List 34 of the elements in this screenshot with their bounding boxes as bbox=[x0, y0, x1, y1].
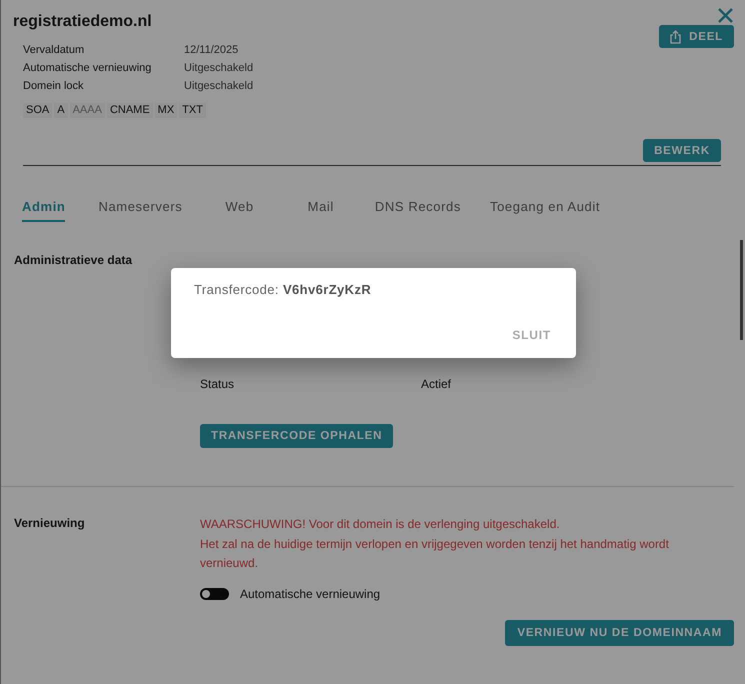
tab[interactable]: Nameservers bbox=[98, 193, 182, 222]
record-tag: AAAA bbox=[70, 103, 105, 118]
info-label: Automatische vernieuwing bbox=[23, 61, 152, 76]
record-tag: SOA bbox=[23, 103, 52, 118]
field-value: Actief bbox=[421, 376, 452, 392]
info-value: Uitgeschakeld bbox=[184, 79, 254, 94]
tab[interactable]: Web bbox=[225, 193, 254, 222]
record-tag: TXT bbox=[179, 103, 206, 118]
warning-text: Het zal na de huidige termijn verlopen en vrijgegeven worden tenzij het handmatig wordt vernieuwd. bbox=[200, 536, 670, 572]
tab[interactable]: Admin bbox=[22, 193, 66, 222]
transfercode-button[interactable]: TRANSFERCODE OPHALEN bbox=[200, 424, 394, 448]
toggle-label: Automatische vernieuwing bbox=[240, 586, 380, 602]
domain-title: registratiedemo.nl bbox=[13, 12, 152, 32]
info-label: Vervaldatum bbox=[23, 43, 86, 58]
edit-button[interactable]: BEWERK bbox=[643, 139, 721, 162]
share-icon bbox=[670, 30, 682, 44]
toggle-switch[interactable] bbox=[200, 588, 229, 600]
warning-text: WAARSCHUWING! Voor dit domein is de verlenging uitgeschakeld. bbox=[200, 516, 561, 533]
field-label: Status bbox=[200, 376, 236, 392]
close-button[interactable]: SLUIT bbox=[510, 326, 553, 344]
share-button[interactable]: DEEL bbox=[659, 25, 734, 48]
info-label: Domein lock bbox=[23, 79, 85, 94]
transfercode-text: Transfercode: V6hv6rZyKzR bbox=[194, 282, 372, 297]
tab[interactable]: Mail bbox=[308, 193, 334, 222]
tab[interactable]: Toegang en Audit bbox=[490, 193, 600, 222]
record-tag: MX bbox=[154, 103, 178, 118]
close-icon[interactable] bbox=[716, 6, 734, 24]
tab[interactable]: DNS Records bbox=[374, 193, 461, 222]
info-value: Uitgeschakeld bbox=[184, 61, 254, 76]
record-tag: CNAME bbox=[106, 103, 153, 118]
section-title: Vernieuwing bbox=[14, 515, 86, 532]
info-value: 12/11/2025 bbox=[184, 43, 240, 58]
renew-button[interactable]: VERNIEUW NU DE DOMEINNAAM bbox=[505, 620, 734, 646]
record-tag: A bbox=[54, 103, 68, 118]
